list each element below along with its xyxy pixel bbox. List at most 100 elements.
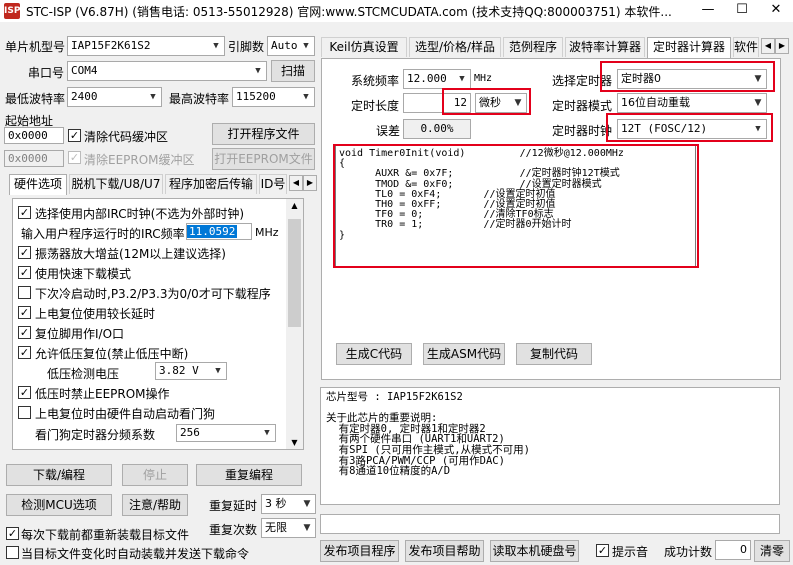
min-baud-value: 2400 <box>71 90 98 103</box>
maximize-button[interactable]: ☐ <box>725 0 759 22</box>
left-tab-bar: 硬件选项 脱机下载/U8/U7 程序加密后传输 ID号 ◀ ▶ <box>9 174 317 195</box>
option-label: 低压时禁止EEPROM操作 <box>35 387 170 401</box>
tab-baud-calculator[interactable]: 波特率计算器 <box>565 37 645 57</box>
tab-scroll-right-icon[interactable]: ▶ <box>303 175 317 191</box>
reload-before-download-checkbox[interactable]: ✓ <box>6 527 19 540</box>
system-freq-select[interactable]: 12.000 ▼ <box>403 69 471 89</box>
clear-count-button[interactable]: 清零 <box>754 540 790 562</box>
min-baud-select[interactable]: 2400 ▼ <box>67 87 162 107</box>
option-checkbox[interactable] <box>18 406 31 419</box>
mcu-model-select[interactable]: IAP15F2K61S2 ▼ <box>67 36 225 56</box>
tab-hardware-options[interactable]: 硬件选项 <box>9 174 67 195</box>
chevron-down-icon: ▼ <box>259 425 275 441</box>
option-checkbox[interactable]: ✓ <box>18 386 31 399</box>
max-baud-label: 最高波特率 <box>169 92 230 106</box>
option-label: 允许低压复位(禁止低压中断) <box>35 347 189 361</box>
irc-freq-input[interactable]: 11.0592 <box>186 223 252 240</box>
generate-asm-code-button[interactable]: 生成ASM代码 <box>423 343 505 365</box>
stop-button[interactable]: 停止 <box>122 464 188 486</box>
system-freq-value: 12.000 <box>407 72 447 85</box>
lvd-voltage-select[interactable]: 3.82 V ▼ <box>155 362 227 380</box>
option-checkbox[interactable]: ✓ <box>18 346 31 359</box>
option-checkbox[interactable] <box>18 286 31 299</box>
lvd-voltage-value: 3.82 V <box>159 364 199 377</box>
scroll-down-icon[interactable]: ▼ <box>286 438 303 447</box>
irc-freq-unit: MHz <box>255 226 279 239</box>
option-label: 上电复位时由硬件自动启动看门狗 <box>35 407 216 421</box>
option-label: 复位脚用作I/O口 <box>35 327 125 341</box>
scroll-up-icon[interactable]: ▲ <box>286 201 303 210</box>
serial-port-label: 串口号 <box>28 66 65 80</box>
option-label: 下次冷启动时,P3.2/P3.3为0/0才可下载程序 <box>35 287 271 301</box>
option-checkbox[interactable]: ✓ <box>18 326 31 339</box>
status-bar <box>320 514 780 534</box>
window-title: STC-ISP (V6.87H) (销售电话: 0513-55012928) 官… <box>26 5 672 19</box>
pin-count-select[interactable]: Auto ▼ <box>267 36 315 56</box>
timer-mode-label: 定时器模式 <box>552 99 613 113</box>
repeat-count-select[interactable]: 无限 ▼ <box>261 518 316 538</box>
open-eeprom-file-button[interactable]: 打开EEPROM文件 <box>212 148 315 170</box>
tab-scroll-right-icon[interactable]: ▶ <box>775 38 789 54</box>
read-disk-serial-button[interactable]: 读取本机硬盘号 <box>490 540 579 562</box>
generated-code-textarea[interactable]: void Timer0Init(void) //12微秒@12.000MHz{ … <box>335 145 696 267</box>
repeat-program-button[interactable]: 重复编程 <box>196 464 302 486</box>
scan-button[interactable]: 扫描 <box>271 60 315 82</box>
wdt-divider-value: 256 <box>180 426 200 439</box>
repeat-delay-label: 重复延时 <box>209 499 258 513</box>
pin-count-value: Auto <box>271 39 298 52</box>
repeat-delay-select[interactable]: 3 秒 ▼ <box>261 494 316 514</box>
option-checkbox[interactable]: ✓ <box>18 206 31 219</box>
chevron-down-icon: ▼ <box>250 62 266 80</box>
tab-scroll-left-icon[interactable]: ◀ <box>761 38 775 54</box>
serial-port-select[interactable]: COM4 ▼ <box>67 61 267 81</box>
tab-scroll-left-icon[interactable]: ◀ <box>289 175 303 191</box>
repeat-count-label: 重复次数 <box>209 523 258 537</box>
right-tab-bar: Keil仿真设置 选型/价格/样品 范例程序 波特率计算器 定时器计算器 软件 … <box>321 37 791 58</box>
clear-code-buffer-checkbox[interactable]: ✓ <box>68 129 81 142</box>
option-checkbox[interactable]: ✓ <box>18 306 31 319</box>
clear-eeprom-buffer-checkbox[interactable]: ✓ <box>68 151 81 164</box>
publish-program-button[interactable]: 发布项目程序 <box>320 540 399 562</box>
timer-clock-select[interactable]: 12T (FOSC/12) ▼ <box>617 119 767 139</box>
close-button[interactable]: ✕ <box>759 0 793 22</box>
max-baud-select[interactable]: 115200 ▼ <box>232 87 315 107</box>
download-program-button[interactable]: 下载/编程 <box>6 464 112 486</box>
chevron-down-icon: ▼ <box>750 70 766 88</box>
code-start-address-input[interactable]: 0x0000 <box>4 127 64 144</box>
timer-length-input[interactable]: 12 <box>403 93 471 113</box>
open-program-file-button[interactable]: 打开程序文件 <box>212 123 315 145</box>
copy-code-button[interactable]: 复制代码 <box>516 343 592 365</box>
scrollbar-thumb[interactable] <box>288 219 301 327</box>
auto-reload-checkbox[interactable] <box>6 546 19 559</box>
timer-mode-select[interactable]: 16位自动重载 ▼ <box>617 93 767 113</box>
eeprom-start-address-input[interactable]: 0x0000 <box>4 150 64 167</box>
generate-c-code-button[interactable]: 生成C代码 <box>336 343 412 365</box>
tab-selection-price[interactable]: 选型/价格/样品 <box>409 37 501 57</box>
tab-keil-emulation[interactable]: Keil仿真设置 <box>321 37 407 57</box>
repeat-delay-value: 3 秒 <box>265 497 287 510</box>
chevron-down-icon: ▼ <box>454 70 470 88</box>
select-timer-dropdown[interactable]: 定时器0 ▼ <box>617 69 767 89</box>
minimize-button[interactable]: — <box>691 0 725 22</box>
option-checkbox[interactable]: ✓ <box>18 266 31 279</box>
option-checkbox[interactable]: ✓ <box>18 246 31 259</box>
notes-help-button[interactable]: 注意/帮助 <box>122 494 188 516</box>
publish-help-button[interactable]: 发布项目帮助 <box>405 540 484 562</box>
tab-id-number[interactable]: ID号 <box>259 174 287 194</box>
tab-timer-calculator[interactable]: 定时器计算器 <box>647 37 731 58</box>
tab-sample-programs[interactable]: 范例程序 <box>503 37 563 57</box>
mcu-model-label: 单片机型号 <box>5 40 66 54</box>
wdt-divider-select[interactable]: 256 ▼ <box>176 424 276 442</box>
tab-software[interactable]: 软件 <box>733 37 759 57</box>
title-bar: ISP STC-ISP (V6.87H) (销售电话: 0513-5501292… <box>0 0 793 22</box>
tone-label: 提示音 <box>612 545 649 559</box>
tab-encrypted-transfer[interactable]: 程序加密后传输 <box>165 174 257 194</box>
timer-unit-select[interactable]: 微秒 ▼ <box>475 93 527 113</box>
tone-checkbox[interactable]: ✓ <box>596 544 609 557</box>
check-mcu-options-button[interactable]: 检测MCU选项 <box>6 494 112 516</box>
timer-clock-label: 定时器时钟 <box>552 124 613 138</box>
options-scrollbar[interactable]: ▲ ▼ <box>286 199 303 449</box>
code-line: } <box>339 229 346 241</box>
tab-offline-download[interactable]: 脱机下载/U8/U7 <box>69 174 163 194</box>
max-baud-value: 115200 <box>236 90 276 103</box>
